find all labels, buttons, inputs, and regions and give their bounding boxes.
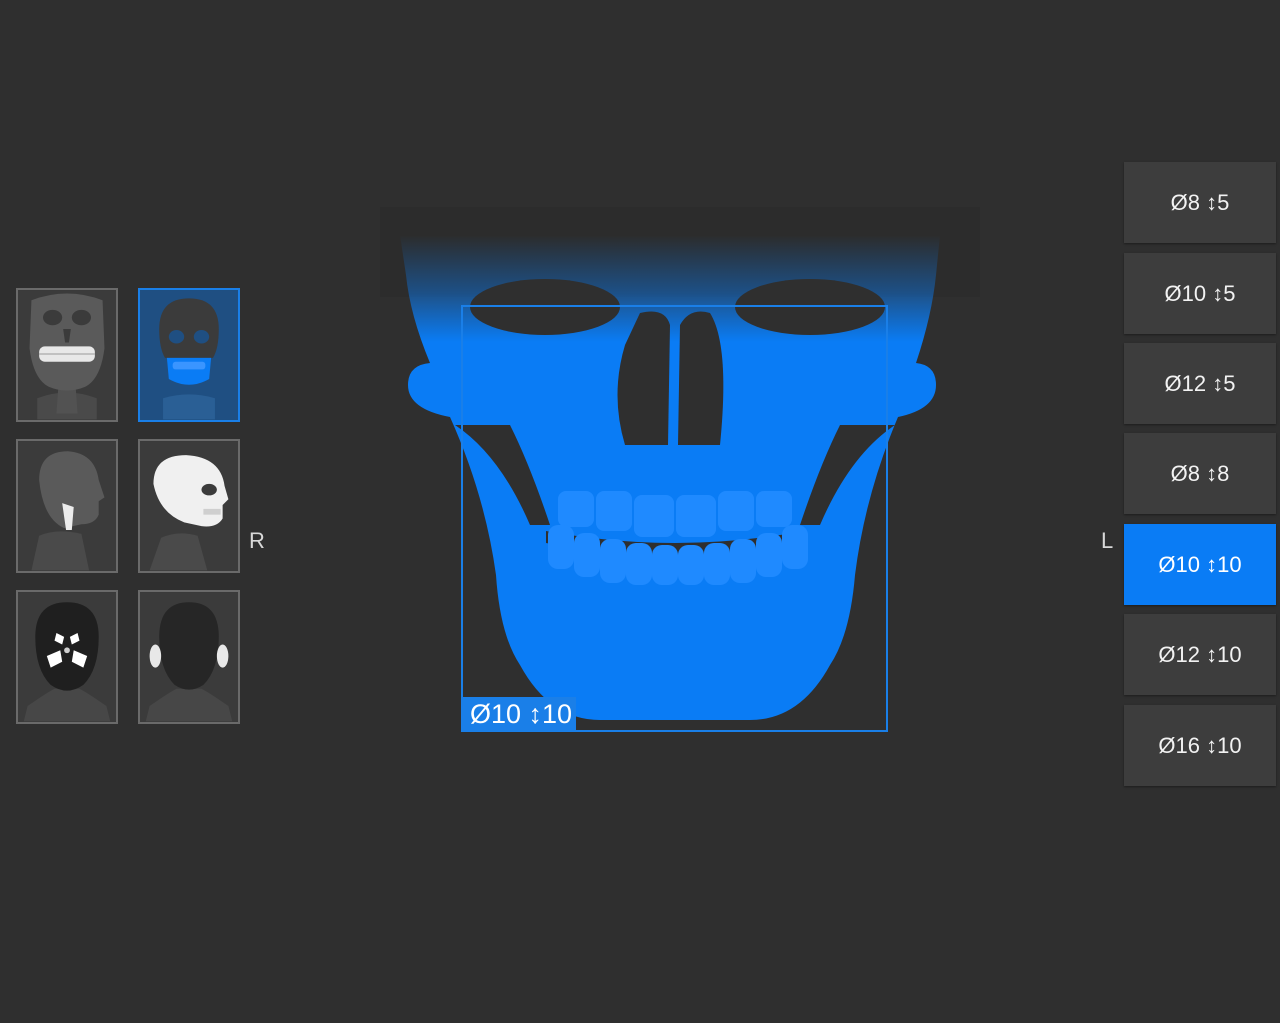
head-ears-icon [140, 592, 238, 722]
head-tmj-lateral-icon [18, 441, 116, 571]
skull-frontal-jaw-preview [380, 207, 980, 732]
fov-size-label: Ø10 ↕10 [462, 697, 577, 731]
fov-button-12x10[interactable]: Ø12 ↕10 [1124, 614, 1276, 695]
fov-button-10x10[interactable]: Ø10 ↕10 [1124, 524, 1276, 605]
thumb-full-dentition[interactable] [16, 288, 118, 422]
thumb-sinus[interactable] [16, 590, 118, 724]
fov-button-label: Ø16 ↕10 [1158, 732, 1242, 758]
thumb-jaw[interactable] [138, 288, 240, 422]
fov-button-label: Ø8 ↕8 [1170, 460, 1230, 486]
thumb-tmj[interactable] [16, 439, 118, 573]
fov-preview [360, 195, 990, 745]
skull-teeth-frontal-icon [18, 290, 116, 420]
fov-button-label: Ø10 ↕10 [1158, 551, 1242, 577]
thumb-ears[interactable] [138, 590, 240, 724]
fov-button-label: Ø8 ↕5 [1170, 189, 1230, 215]
head-sinus-icon [18, 592, 116, 722]
fov-button-8x5[interactable]: Ø8 ↕5 [1124, 162, 1276, 243]
fov-button-10x5[interactable]: Ø10 ↕5 [1124, 253, 1276, 334]
fov-button-12x5[interactable]: Ø12 ↕5 [1124, 343, 1276, 424]
thumb-skull-lateral[interactable] [138, 439, 240, 573]
fov-button-8x8[interactable]: Ø8 ↕8 [1124, 433, 1276, 514]
side-label-right: R [249, 528, 265, 553]
skull-jaw-highlight-icon [140, 290, 238, 420]
skull-lateral-icon [140, 441, 238, 571]
fov-button-label: Ø10 ↕5 [1164, 280, 1236, 306]
fov-button-16x10[interactable]: Ø16 ↕10 [1124, 705, 1276, 786]
fov-button-label: Ø12 ↕10 [1158, 641, 1242, 667]
scan-region-selector: R L Ø10 ↕10 Ø8 ↕5 Ø10 ↕5 Ø12 ↕5 Ø8 ↕8 Ø1… [0, 0, 1280, 1023]
side-label-left: L [1101, 528, 1114, 553]
fov-button-label: Ø12 ↕5 [1164, 370, 1236, 396]
